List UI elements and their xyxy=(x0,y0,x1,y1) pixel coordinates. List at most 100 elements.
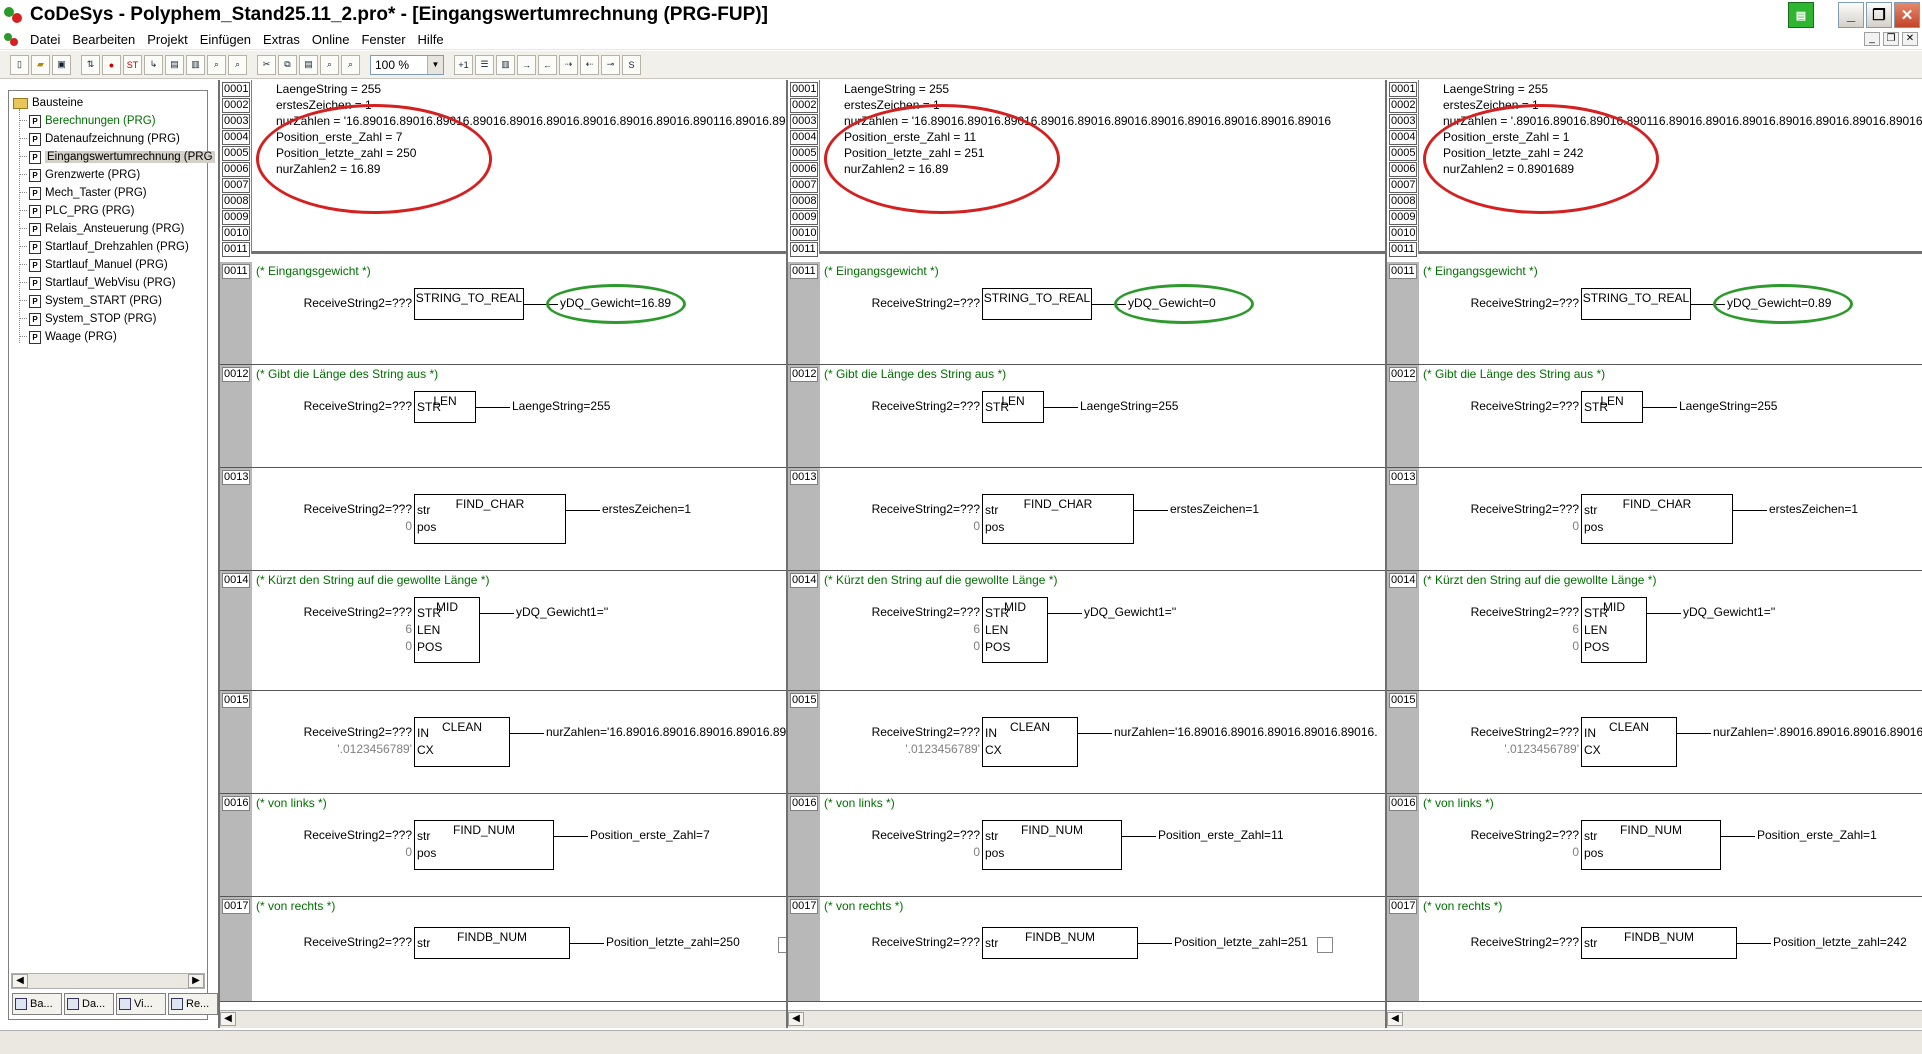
insert-box-icon[interactable]: ▥ xyxy=(496,54,515,75)
function-block[interactable]: FINDB_NUM str xyxy=(414,927,570,959)
input-variable[interactable]: ReceiveString2=??? xyxy=(852,725,980,739)
menu-hilfe[interactable]: Hilfe xyxy=(412,32,450,47)
function-block[interactable]: FINDB_NUM str xyxy=(1581,927,1737,959)
fbd-network[interactable]: 0012 (* Gibt die Länge des String aus *) R… xyxy=(788,365,1385,468)
tree-item[interactable]: P Eingangswertumrechnung (PRG xyxy=(19,148,215,166)
stop-icon[interactable]: ● xyxy=(102,54,121,75)
output-variable[interactable]: nurZahlen='16.89016.89016.89016.89016.89… xyxy=(1114,725,1378,739)
declaration-area[interactable]: 0001 0002 0003 0004 0005 0006 0007 0008 0009 0010… xyxy=(220,80,786,257)
checkbox-marker[interactable] xyxy=(778,937,786,953)
output-variable[interactable]: yDQ_Gewicht1='' xyxy=(516,605,608,619)
set-reset-icon[interactable]: S xyxy=(622,54,641,75)
input-variable[interactable]: ReceiveString2=??? xyxy=(1451,399,1579,413)
constant-input[interactable]: 0 xyxy=(950,639,980,653)
input-variable[interactable]: ReceiveString2=??? xyxy=(852,296,980,310)
input-variable[interactable]: ReceiveString2=??? xyxy=(852,828,980,842)
constant-input[interactable]: 6 xyxy=(1549,622,1579,636)
input-variable[interactable]: ReceiveString2=??? xyxy=(852,605,980,619)
green-printer-icon[interactable]: ▤ xyxy=(1788,2,1814,28)
login-icon[interactable]: ⇅ xyxy=(81,54,100,75)
output-variable[interactable]: LaengeString=255 xyxy=(1679,399,1777,413)
input-variable[interactable]: ReceiveString2=??? xyxy=(284,502,412,516)
tree-hscrollbar[interactable]: ◀ ▶ xyxy=(11,973,205,989)
input-variable[interactable]: ReceiveString2=??? xyxy=(284,935,412,949)
editor-hscrollbar[interactable]: ◀ xyxy=(788,1010,1385,1028)
tree-item[interactable]: P Startlauf_WebVisu (PRG) xyxy=(19,274,176,292)
input-variable[interactable]: ReceiveString2=??? xyxy=(1451,605,1579,619)
insert-input-icon[interactable]: → xyxy=(517,54,536,75)
input-variable[interactable]: ReceiveString2=??? xyxy=(1451,725,1579,739)
scroll-left-icon[interactable]: ◀ xyxy=(788,1012,804,1026)
declaration-area[interactable]: 0001 0002 0003 0004 0005 0006 0007 0008 0009 0010… xyxy=(1387,80,1922,257)
constant-input[interactable]: 0 xyxy=(1549,639,1579,653)
constant-input[interactable]: 6 xyxy=(950,622,980,636)
fbd-network[interactable]: 0012 (* Gibt die Länge des String aus *) R… xyxy=(220,365,786,468)
menu-online[interactable]: Online xyxy=(306,32,356,47)
fbd-network[interactable]: 0017 (* von rechts *) ReceiveString2=??? FI… xyxy=(788,897,1385,1002)
scroll-right-icon[interactable]: ▶ xyxy=(188,974,204,988)
copy-icon[interactable]: ⧉ xyxy=(278,54,297,75)
input-variable[interactable]: ReceiveString2=??? xyxy=(284,296,412,310)
input-variable[interactable]: ReceiveString2=??? xyxy=(852,935,980,949)
output-variable[interactable]: Position_erste_Zahl=11 xyxy=(1158,828,1284,842)
tab-ressourcen[interactable]: Re... xyxy=(168,993,218,1015)
input-variable[interactable]: ReceiveString2=??? xyxy=(852,399,980,413)
fbd-network[interactable]: 0013 ReceiveString2=??? FIND_CHAR str pos 0 er… xyxy=(220,468,786,571)
function-block[interactable]: LEN STR xyxy=(414,391,476,423)
fbd-network[interactable]: 0012 (* Gibt die Länge des String aus *) R… xyxy=(1387,365,1922,468)
constant-input[interactable]: 6 xyxy=(382,622,412,636)
fbd-network[interactable]: 0013 ReceiveString2=??? FIND_CHAR str pos 0 er… xyxy=(788,468,1385,571)
tree-item[interactable]: P Startlauf_Drehzahlen (PRG) xyxy=(19,238,189,256)
output-variable[interactable]: Position_letzte_zahl=250 xyxy=(606,935,740,949)
tree-root[interactable]: Bausteine xyxy=(13,94,83,112)
paste-icon[interactable]: ▤ xyxy=(299,54,318,75)
tree-item[interactable]: P PLC_PRG (PRG) xyxy=(19,202,134,220)
insert-jump-icon[interactable]: ⇢ xyxy=(559,54,578,75)
function-block[interactable]: FIND_NUM str pos xyxy=(1581,820,1721,870)
input-variable[interactable]: ReceiveString2=??? xyxy=(852,502,980,516)
restore-button[interactable]: ❐ xyxy=(1866,2,1892,28)
function-block[interactable]: LEN STR xyxy=(982,391,1044,423)
output-variable[interactable]: erstesZeichen=1 xyxy=(602,502,691,516)
mdi-minimize-button[interactable]: _ xyxy=(1864,32,1880,46)
minimize-button[interactable]: _ xyxy=(1838,2,1864,28)
fbd-network[interactable]: 0011 (* Eingangsgewicht *) ReceiveString2=… xyxy=(788,262,1385,365)
mdi-close-button[interactable]: ✕ xyxy=(1902,32,1918,46)
function-block[interactable]: MID STR LEN POS xyxy=(1581,597,1647,663)
function-block[interactable]: CLEAN IN CX xyxy=(1581,717,1677,767)
input-variable[interactable]: ReceiveString2=??? xyxy=(284,399,412,413)
output-variable[interactable]: LaengeString=255 xyxy=(1080,399,1178,413)
breakpoint-icon[interactable]: ▥ xyxy=(186,54,205,75)
fbd-network[interactable]: 0014 (* Kürzt den String auf die gewollte… xyxy=(788,571,1385,691)
function-block[interactable]: CLEAN IN CX xyxy=(414,717,510,767)
function-block[interactable]: LEN STR xyxy=(1581,391,1643,423)
function-block[interactable]: FIND_NUM str pos xyxy=(414,820,554,870)
checkbox-marker[interactable] xyxy=(1317,937,1333,953)
function-block[interactable]: MID STR LEN POS xyxy=(982,597,1048,663)
input-variable[interactable]: ReceiveString2=??? xyxy=(1451,935,1579,949)
input-variable[interactable]: ReceiveString2=??? xyxy=(1451,502,1579,516)
cut-icon[interactable]: ✂ xyxy=(257,54,276,75)
constant-input[interactable]: '.0123456789' xyxy=(1499,742,1579,756)
scroll-left-icon[interactable]: ◀ xyxy=(12,974,28,988)
output-variable[interactable]: erstesZeichen=1 xyxy=(1170,502,1259,516)
fbd-network[interactable]: 0016 (* von links *) ReceiveString2=??? FIN… xyxy=(220,794,786,897)
tree-item[interactable]: P Waage (PRG) xyxy=(19,328,117,346)
tab-datentypen[interactable]: Da... xyxy=(64,993,114,1015)
output-variable[interactable]: yDQ_Gewicht1='' xyxy=(1683,605,1775,619)
fbd-network[interactable]: 0014 (* Kürzt den String auf die gewollte… xyxy=(220,571,786,691)
new-file-icon[interactable]: ▯ xyxy=(10,54,29,75)
function-block[interactable]: FIND_NUM str pos xyxy=(982,820,1122,870)
tab-bausteine[interactable]: Ba... xyxy=(12,993,62,1015)
find-next-icon[interactable]: ⌕ xyxy=(341,54,360,75)
negate-icon[interactable]: ⊸ xyxy=(601,54,620,75)
close-button[interactable]: ✕ xyxy=(1894,2,1920,28)
menu-projekt[interactable]: Projekt xyxy=(141,32,193,47)
constant-input[interactable]: 0 xyxy=(950,845,980,859)
tree-item[interactable]: P System_START (PRG) xyxy=(19,292,162,310)
input-variable[interactable]: ReceiveString2=??? xyxy=(284,725,412,739)
output-variable[interactable]: nurZahlen='16.89016.89016.89016.89016.89 xyxy=(546,725,786,739)
tree-item[interactable]: P Relais_Ansteuerung (PRG) xyxy=(19,220,184,238)
fbd-network[interactable]: 0015 ReceiveString2=??? CLEAN IN CX '.0123456… xyxy=(788,691,1385,794)
insert-return-icon[interactable]: ⇠ xyxy=(580,54,599,75)
